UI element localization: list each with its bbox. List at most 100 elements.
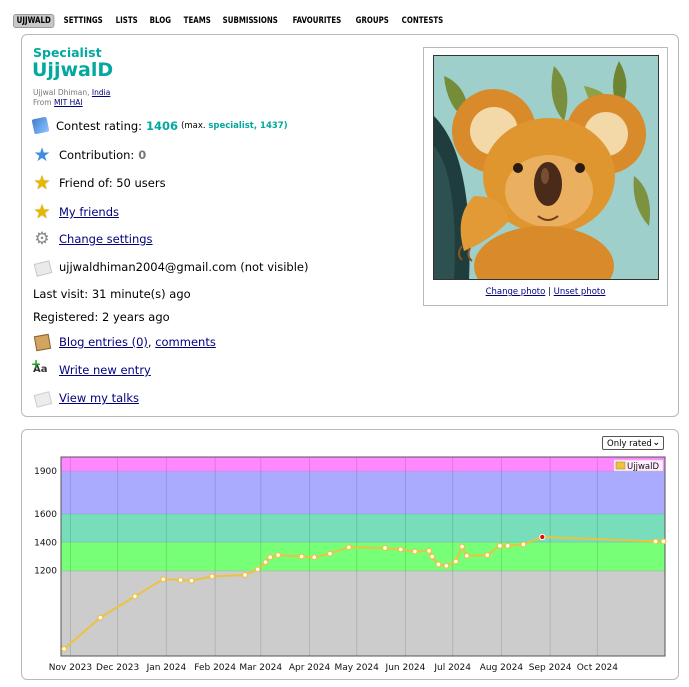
blog-icon — [33, 333, 52, 352]
data-point — [345, 544, 352, 551]
nav-item-lists[interactable]: LISTS — [112, 14, 141, 28]
nav-item-settings[interactable]: SETTINGS — [60, 14, 106, 28]
nav-item-teams[interactable]: TEAMS — [180, 14, 214, 28]
data-point — [504, 542, 511, 549]
contribution-row: ★ Contribution: 0 — [33, 144, 147, 166]
legend-swatch — [615, 461, 626, 470]
data-point — [496, 542, 503, 549]
unset-photo-link[interactable]: Unset photo — [554, 287, 606, 297]
mail-icon-wrap — [33, 258, 53, 277]
x-tick-label: Apr 2024 — [289, 663, 331, 673]
friend-star-icon: ★ — [33, 172, 51, 194]
x-tick-label: Nov 2023 — [49, 663, 92, 673]
nav-item-groups[interactable]: GROUPS — [352, 14, 392, 28]
x-tick-label: Dec 2023 — [96, 663, 139, 673]
x-tick-label: Mar 2024 — [239, 663, 282, 673]
data-point — [326, 550, 333, 557]
registered: Registered: 2 years ago — [33, 310, 170, 324]
nav-item-submissions[interactable]: SUBMISSIONS — [219, 14, 281, 28]
data-point — [652, 538, 659, 545]
user-handle[interactable]: UjjwalD — [32, 59, 113, 81]
user-subinfo: Ujjwal Dhiman, India From MIT HAI — [33, 88, 110, 108]
y-tick-label: 1900 — [34, 467, 57, 477]
x-tick-label: Jan 2024 — [146, 663, 187, 673]
friend-of-text: Friend of: 50 users — [59, 176, 166, 190]
rank-band — [61, 542, 665, 571]
koala-illustration — [434, 56, 658, 279]
talks-icon-wrap — [33, 389, 53, 408]
photo-separator: | — [548, 287, 551, 297]
rated-filter-select[interactable]: Only rated ⌄ — [602, 436, 664, 450]
data-point — [188, 577, 195, 584]
y-tick-label: 1600 — [34, 510, 57, 520]
write-entry-row: Aa Write new entry — [31, 355, 151, 379]
change-photo-link[interactable]: Change photo — [486, 287, 546, 297]
contribution-star-icon: ★ — [33, 144, 51, 166]
rating-value: 1406 — [146, 118, 179, 133]
data-point — [209, 573, 216, 580]
data-point — [435, 561, 442, 568]
rating-max: (max. specialist, 1437) — [181, 121, 288, 131]
gear-icon: ⚙ — [34, 229, 50, 249]
blog-entries-link[interactable]: Blog entries (0) — [59, 335, 148, 349]
write-new-entry-link[interactable]: Write new entry — [59, 363, 151, 377]
my-friends-row: ★ My friends — [33, 201, 119, 223]
rating-max-prefix: (max. — [181, 120, 206, 131]
comments-link[interactable]: comments — [155, 335, 216, 349]
y-tick-label: 1400 — [34, 538, 57, 548]
contribution-label: Contribution: — [59, 148, 135, 162]
rating-icon — [31, 116, 50, 135]
chevron-down-icon: ⌄ — [652, 438, 660, 448]
x-tick-label: Sep 2024 — [529, 663, 572, 673]
my-friends-link[interactable]: My friends — [59, 205, 119, 219]
x-tick-label: Aug 2024 — [480, 663, 524, 673]
write-entry-icon: Aa — [31, 355, 51, 379]
data-point — [459, 543, 466, 550]
change-settings-link[interactable]: Change settings — [59, 232, 153, 246]
email-row: ujjwaldhiman2004@gmail.com (not visible) — [33, 258, 309, 277]
talks-icon — [33, 391, 53, 408]
rank-band — [61, 457, 665, 472]
view-my-talks-link[interactable]: View my talks — [59, 391, 139, 405]
organization-link[interactable]: MIT HAI — [54, 98, 83, 107]
photo-links: Change photo | Unset photo — [424, 287, 667, 297]
rating-graph-box: 1200 1400 1600 1900 Nov 2023 Dec 2023 Jan 2024… — [21, 429, 679, 680]
nav-item-contests[interactable]: CONTESTS — [398, 14, 447, 28]
data-point — [397, 546, 404, 553]
data-point — [262, 559, 269, 566]
nav-item-favourites[interactable]: FAVOURITES — [289, 14, 345, 28]
data-point — [97, 614, 104, 621]
nav-item-profile[interactable]: UJJWALD — [13, 14, 55, 28]
user-rank: Specialist — [33, 45, 102, 60]
data-point — [131, 593, 138, 600]
from-label: From — [33, 98, 52, 107]
country-link[interactable]: India — [92, 88, 110, 97]
avatar-frame: Change photo | Unset photo — [423, 47, 668, 306]
data-point — [463, 552, 470, 559]
friends-star-icon: ★ — [33, 201, 51, 223]
user-full-name: Ujjwal Dhiman, — [33, 88, 90, 97]
max-rating-point — [539, 533, 546, 541]
data-point — [443, 562, 450, 569]
blog-row: Blog entries (0), comments — [33, 333, 216, 352]
data-point — [242, 571, 249, 578]
contribution-value: 0 — [138, 148, 147, 162]
change-settings-row: ⚙ Change settings — [33, 229, 153, 249]
data-point — [254, 566, 261, 573]
data-point — [411, 548, 418, 555]
data-point — [452, 558, 459, 565]
x-tick-label: Jun 2024 — [385, 663, 426, 673]
contest-rating-row: Contest rating: 1406 (max. specialist, 1… — [31, 116, 288, 135]
mail-icon — [33, 260, 53, 277]
data-point — [298, 553, 305, 560]
blog-comma: , — [147, 335, 152, 349]
data-point — [160, 576, 167, 583]
email-text: ujjwaldhiman2004@gmail.com (not visible) — [59, 260, 309, 274]
rating-label: Contest rating: — [56, 118, 143, 133]
data-point — [267, 554, 274, 561]
last-visit: Last visit: 31 minute(s) ago — [33, 287, 191, 301]
avatar — [433, 55, 659, 280]
nav-item-blog[interactable]: BLOG — [146, 14, 175, 28]
talks-row: View my talks — [33, 389, 139, 408]
data-point — [275, 552, 282, 559]
